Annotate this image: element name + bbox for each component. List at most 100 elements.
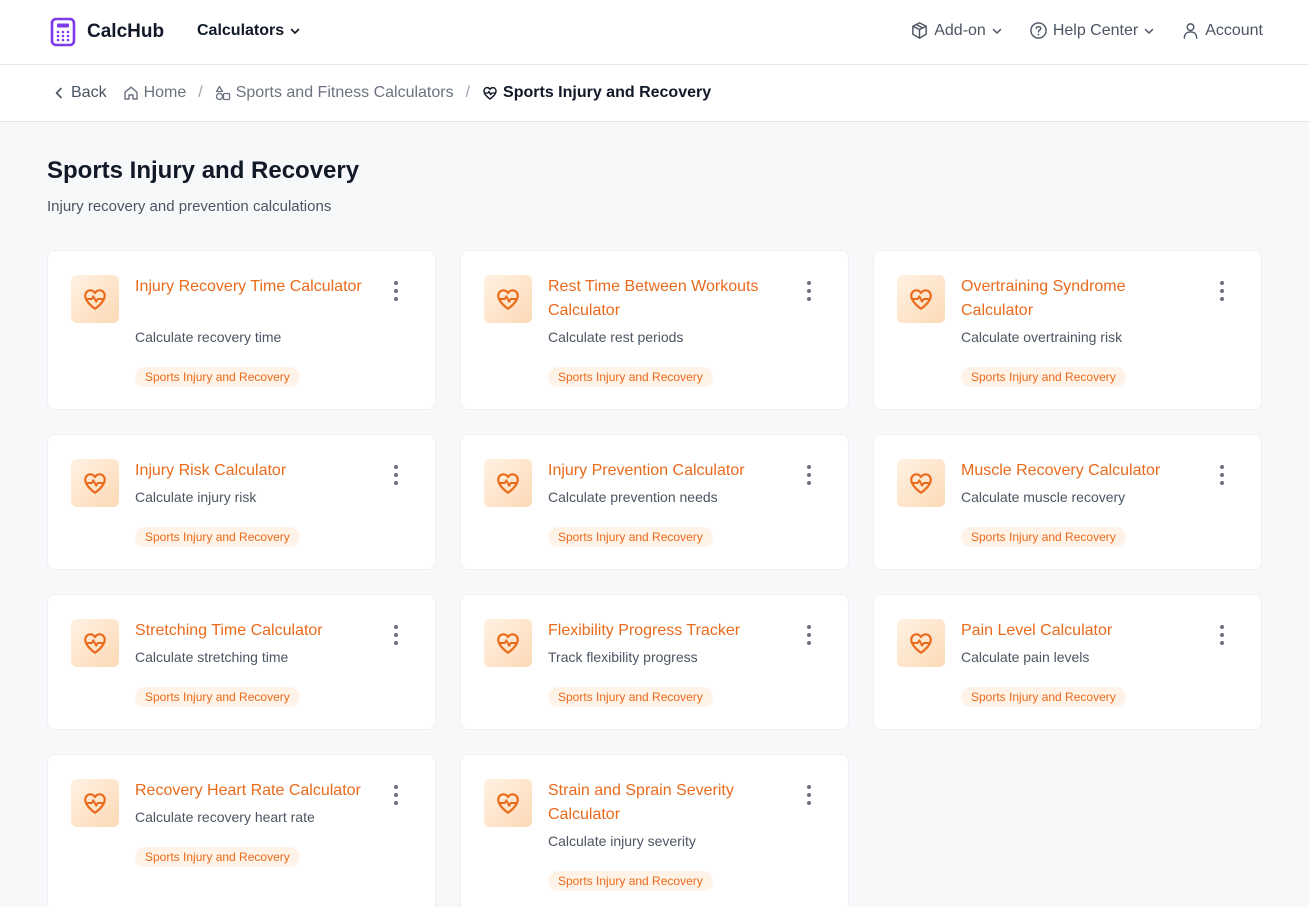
account-menu[interactable]: Account [1181,21,1263,40]
heart-pulse-icon [82,286,108,312]
card-description: Calculate prevention needs [548,489,718,505]
more-options-icon[interactable] [393,465,399,485]
card-icon-box [484,619,532,667]
card-icon-box [484,459,532,507]
heart-pulse-icon [495,286,521,312]
card-category-tag: Sports Injury and Recovery [135,367,300,387]
more-options-icon[interactable] [393,785,399,805]
package-icon [910,21,929,40]
card-icon-box [71,275,119,323]
card-title[interactable]: Injury Prevention Calculator [548,459,788,483]
more-options-icon[interactable] [393,281,399,301]
help-center-menu[interactable]: Help Center [1029,21,1155,40]
calculator-card[interactable]: Flexibility Progress Tracker Track flexi… [460,594,849,730]
card-title[interactable]: Pain Level Calculator [961,619,1201,643]
heart-pulse-icon [82,790,108,816]
more-options-icon[interactable] [1219,281,1225,301]
sports-fitness-label: Sports and Fitness Calculators [235,84,454,101]
home-label: Home [143,84,187,101]
card-description: Calculate muscle recovery [961,489,1126,505]
home-icon [123,85,139,101]
more-options-icon[interactable] [806,281,812,301]
calculator-card[interactable]: Injury Recovery Time Calculator Calculat… [47,250,436,410]
card-category-tag: Sports Injury and Recovery [961,367,1126,387]
more-options-icon[interactable] [393,625,399,645]
shapes-icon [215,85,231,101]
calculator-card[interactable]: Recovery Heart Rate Calculator Calculate… [47,754,436,907]
card-title[interactable]: Recovery Heart Rate Calculator [135,779,375,803]
calculator-card[interactable]: Strain and Sprain Severity Calculator Ca… [460,754,849,907]
heart-pulse-icon [908,470,934,496]
card-description: Track flexibility progress [548,649,698,665]
card-description: Calculate overtraining risk [961,329,1123,345]
help-center-label: Help Center [1052,21,1139,39]
card-category-tag: Sports Injury and Recovery [135,687,300,707]
card-title[interactable]: Overtraining Syndrome Calculator [961,275,1201,323]
card-title[interactable]: Injury Recovery Time Calculator [135,275,375,299]
breadcrumb-separator: / [198,84,203,101]
chevron-down-icon [991,25,1003,37]
help-circle-icon [1029,21,1048,40]
card-description: Calculate recovery time [135,329,282,345]
heart-pulse-icon [82,630,108,656]
more-options-icon[interactable] [806,625,812,645]
breadcrumb: Back Home / Sports and Fitness Calculato… [52,84,711,102]
card-icon-box [71,459,119,507]
page-title: Sports Injury and Recovery [47,157,360,184]
calculator-card[interactable]: Overtraining Syndrome Calculator Calcula… [873,250,1262,410]
calculator-card[interactable]: Stretching Time Calculator Calculate str… [47,594,436,730]
card-description: Calculate pain levels [961,649,1090,665]
breadcrumb-separator: / [465,84,471,101]
more-options-icon[interactable] [806,785,812,805]
chevron-down-icon [1143,25,1155,37]
card-category-tag: Sports Injury and Recovery [548,871,713,891]
calculator-card[interactable]: Pain Level Calculator Calculate pain lev… [873,594,1262,730]
addon-menu[interactable]: Add-on [910,21,1003,40]
card-category-tag: Sports Injury and Recovery [961,527,1126,547]
top-navbar: CalcHub Calculators Add-on Help Center A… [0,0,1309,65]
account-label: Account [1205,21,1263,39]
card-icon-box [897,619,945,667]
heart-pulse-icon [495,470,521,496]
card-category-tag: Sports Injury and Recovery [135,847,300,867]
card-description: Calculate stretching time [135,649,289,665]
calculator-card[interactable]: Muscle Recovery Calculator Calculate mus… [873,434,1262,570]
breadcrumb-home[interactable]: Home [123,84,187,102]
card-title[interactable]: Stretching Time Calculator [135,619,375,643]
breadcrumb-sports-fitness[interactable]: Sports and Fitness Calculators [215,84,454,102]
chevron-left-icon [52,86,66,100]
card-description: Calculate injury risk [135,489,257,505]
card-category-tag: Sports Injury and Recovery [548,687,713,707]
heart-pulse-icon [482,85,498,101]
calculator-card[interactable]: Rest Time Between Workouts Calculator Ca… [460,250,849,410]
more-options-icon[interactable] [1219,465,1225,485]
card-category-tag: Sports Injury and Recovery [548,527,713,547]
card-icon-box [484,275,532,323]
logo[interactable]: CalcHub [50,17,164,47]
card-title[interactable]: Flexibility Progress Tracker [548,619,788,643]
card-title[interactable]: Injury Risk Calculator [135,459,375,483]
calculator-card[interactable]: Injury Prevention Calculator Calculate p… [460,434,849,570]
calculator-card[interactable]: Injury Risk Calculator Calculate injury … [47,434,436,570]
back-link[interactable]: Back [52,84,107,102]
card-description: Calculate rest periods [548,329,684,345]
heart-pulse-icon [495,630,521,656]
heart-pulse-icon [908,286,934,312]
card-category-tag: Sports Injury and Recovery [135,527,300,547]
heart-pulse-icon [908,630,934,656]
card-category-tag: Sports Injury and Recovery [548,367,713,387]
card-category-tag: Sports Injury and Recovery [961,687,1126,707]
card-icon-box [897,275,945,323]
more-options-icon[interactable] [1219,625,1225,645]
calculators-menu[interactable]: Calculators [197,22,301,40]
card-title[interactable]: Rest Time Between Workouts Calculator [548,275,788,323]
card-icon-box [484,779,532,827]
card-title[interactable]: Muscle Recovery Calculator [961,459,1201,483]
page-subtitle: Injury recovery and prevention calculati… [47,198,332,215]
card-description: Calculate injury severity [548,833,696,849]
more-options-icon[interactable] [806,465,812,485]
app-name: CalcHub [87,21,165,42]
heart-pulse-icon [495,790,521,816]
card-title[interactable]: Strain and Sprain Severity Calculator [548,779,788,827]
current-label: Sports Injury and Recovery [503,84,712,101]
